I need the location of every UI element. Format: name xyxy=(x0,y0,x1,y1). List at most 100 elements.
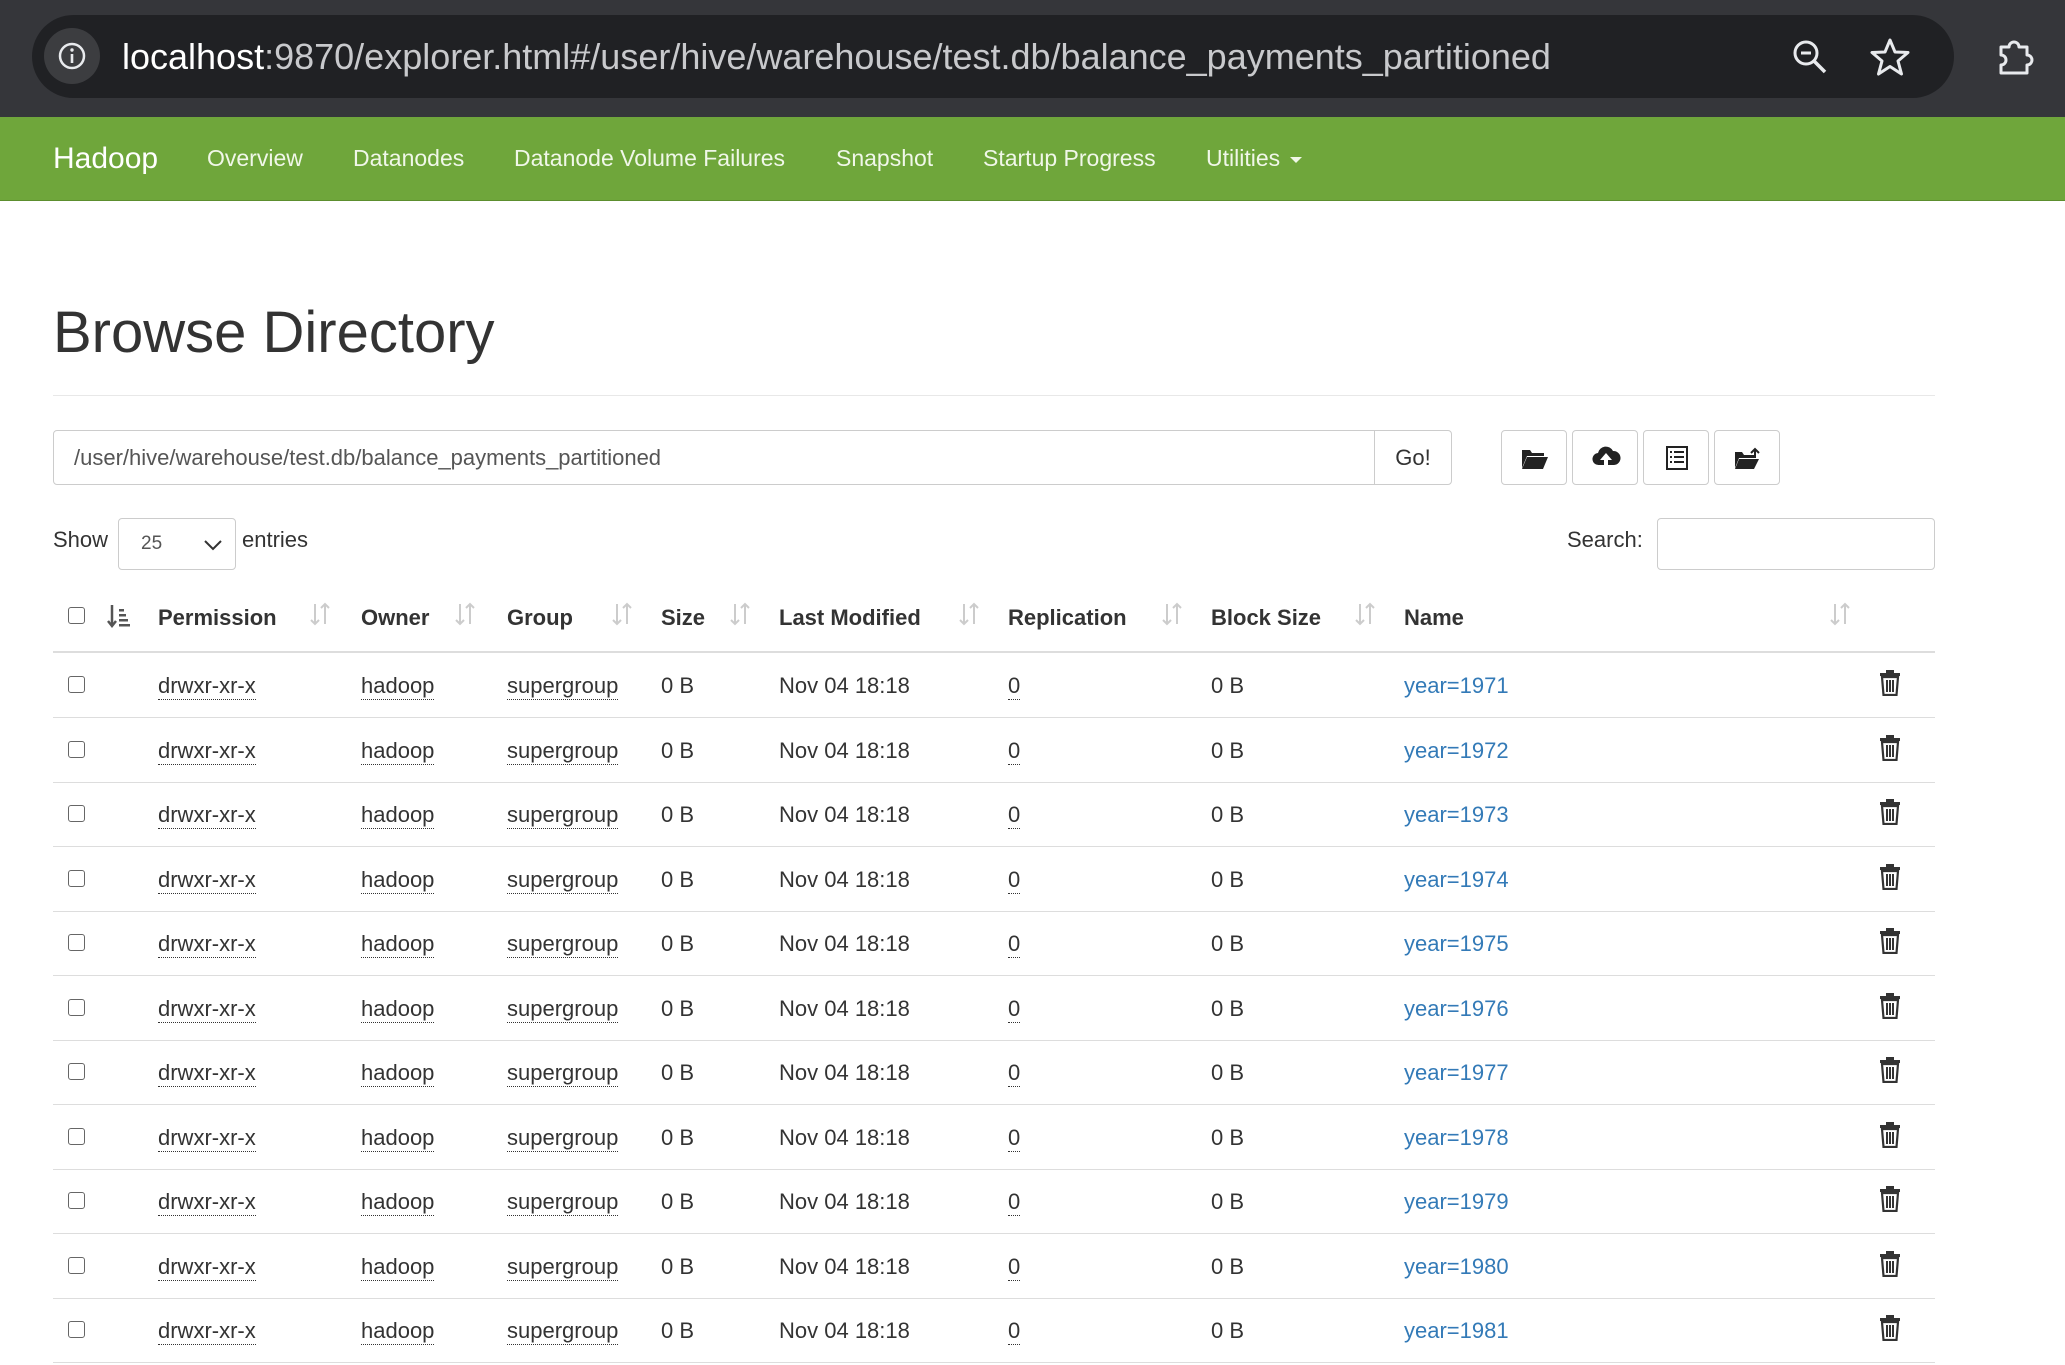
permission-cell[interactable]: drwxr-xr-x xyxy=(158,996,256,1023)
nav-datanodes[interactable]: Datanodes xyxy=(353,117,464,200)
permission-cell[interactable]: drwxr-xr-x xyxy=(158,1318,256,1345)
group-cell[interactable]: supergroup xyxy=(507,1125,619,1152)
group-cell[interactable]: supergroup xyxy=(507,1060,619,1087)
nav-utilities-dropdown[interactable]: Utilities xyxy=(1206,117,1303,200)
star-icon[interactable] xyxy=(1870,37,1910,82)
go-button[interactable]: Go! xyxy=(1374,430,1452,485)
group-cell[interactable]: supergroup xyxy=(507,996,619,1023)
name-link[interactable]: year=1975 xyxy=(1404,931,1509,957)
group-cell[interactable]: supergroup xyxy=(507,1189,619,1216)
trash-icon[interactable] xyxy=(1879,1315,1901,1346)
sort-icon[interactable] xyxy=(611,601,633,632)
owner-cell[interactable]: hadoop xyxy=(361,1060,435,1087)
permission-cell[interactable]: drwxr-xr-x xyxy=(158,1254,256,1281)
owner-cell[interactable]: hadoop xyxy=(361,738,435,765)
trash-icon[interactable] xyxy=(1879,734,1901,766)
name-link[interactable]: year=1976 xyxy=(1404,996,1509,1022)
paste-button[interactable] xyxy=(1714,430,1780,485)
name-link[interactable]: year=1977 xyxy=(1404,1060,1509,1086)
zoom-icon[interactable] xyxy=(1790,37,1830,82)
header-name[interactable]: Name xyxy=(1404,605,1464,631)
page-length-select[interactable]: 25 xyxy=(118,518,236,570)
cut-copy-list-button[interactable] xyxy=(1643,430,1709,485)
extension-icon[interactable] xyxy=(1995,35,2037,82)
owner-cell[interactable]: hadoop xyxy=(361,802,435,829)
replication-cell[interactable]: 0 xyxy=(1008,1189,1021,1216)
select-all-checkbox[interactable] xyxy=(68,607,85,624)
navbar-brand[interactable]: Hadoop xyxy=(53,117,158,200)
name-link[interactable]: year=1980 xyxy=(1404,1254,1509,1280)
row-checkbox[interactable] xyxy=(68,1063,85,1080)
sort-icon[interactable] xyxy=(729,601,751,632)
header-group[interactable]: Group xyxy=(507,605,573,631)
owner-cell[interactable]: hadoop xyxy=(361,1125,435,1152)
owner-cell[interactable]: hadoop xyxy=(361,996,435,1023)
create-directory-button[interactable] xyxy=(1501,430,1567,485)
address-bar[interactable]: localhost:9870/explorer.html#/user/hive/… xyxy=(32,15,1954,98)
name-link[interactable]: year=1981 xyxy=(1404,1318,1509,1344)
replication-cell[interactable]: 0 xyxy=(1008,1254,1021,1281)
trash-icon[interactable] xyxy=(1879,670,1901,701)
name-link[interactable]: year=1979 xyxy=(1404,1189,1509,1215)
replication-cell[interactable]: 0 xyxy=(1008,1060,1021,1087)
sort-icon[interactable] xyxy=(454,601,476,632)
header-last-modified[interactable]: Last Modified xyxy=(779,605,921,631)
row-checkbox[interactable] xyxy=(68,1127,85,1145)
permission-cell[interactable]: drwxr-xr-x xyxy=(158,738,256,765)
replication-cell[interactable]: 0 xyxy=(1008,673,1021,700)
header-size[interactable]: Size xyxy=(661,605,705,631)
sort-icon[interactable] xyxy=(958,601,980,632)
row-checkbox[interactable] xyxy=(68,934,85,951)
sort-icon[interactable] xyxy=(107,603,131,634)
nav-overview[interactable]: Overview xyxy=(207,117,303,200)
header-owner[interactable]: Owner xyxy=(361,605,429,631)
replication-cell[interactable]: 0 xyxy=(1008,996,1021,1023)
permission-cell[interactable]: drwxr-xr-x xyxy=(158,1189,256,1216)
trash-icon[interactable] xyxy=(1879,992,1901,1024)
group-cell[interactable]: supergroup xyxy=(507,867,619,894)
row-checkbox[interactable] xyxy=(68,998,85,1016)
name-link[interactable]: year=1978 xyxy=(1404,1125,1509,1151)
row-checkbox[interactable] xyxy=(68,1256,85,1274)
group-cell[interactable]: supergroup xyxy=(507,802,619,829)
row-checkbox[interactable] xyxy=(68,676,85,693)
sort-icon[interactable] xyxy=(1354,601,1376,632)
search-input[interactable] xyxy=(1657,518,1935,570)
permission-cell[interactable]: drwxr-xr-x xyxy=(158,673,256,700)
trash-icon[interactable] xyxy=(1879,1057,1901,1088)
name-link[interactable]: year=1974 xyxy=(1404,867,1509,893)
sort-icon[interactable] xyxy=(1829,601,1851,632)
owner-cell[interactable]: hadoop xyxy=(361,1189,435,1216)
trash-icon[interactable] xyxy=(1879,1121,1901,1153)
owner-cell[interactable]: hadoop xyxy=(361,673,435,700)
replication-cell[interactable]: 0 xyxy=(1008,802,1021,829)
nav-startup-progress[interactable]: Startup Progress xyxy=(983,117,1156,200)
name-link[interactable]: year=1972 xyxy=(1404,738,1509,764)
row-checkbox[interactable] xyxy=(68,1321,85,1338)
trash-icon[interactable] xyxy=(1879,1250,1901,1282)
nav-datanode-volume-failures[interactable]: Datanode Volume Failures xyxy=(514,117,785,200)
directory-path-input[interactable] xyxy=(53,430,1375,485)
group-cell[interactable]: supergroup xyxy=(507,1318,619,1345)
sort-icon[interactable] xyxy=(309,601,331,632)
trash-icon[interactable] xyxy=(1879,799,1901,830)
trash-icon[interactable] xyxy=(1879,928,1901,959)
sort-icon[interactable] xyxy=(1161,601,1183,632)
owner-cell[interactable]: hadoop xyxy=(361,1318,435,1345)
replication-cell[interactable]: 0 xyxy=(1008,1125,1021,1152)
replication-cell[interactable]: 0 xyxy=(1008,867,1021,894)
replication-cell[interactable]: 0 xyxy=(1008,1318,1021,1345)
replication-cell[interactable]: 0 xyxy=(1008,931,1021,958)
trash-icon[interactable] xyxy=(1879,1186,1901,1217)
upload-files-button[interactable] xyxy=(1572,430,1638,485)
owner-cell[interactable]: hadoop xyxy=(361,1254,435,1281)
group-cell[interactable]: supergroup xyxy=(507,1254,619,1281)
permission-cell[interactable]: drwxr-xr-x xyxy=(158,1125,256,1152)
nav-snapshot[interactable]: Snapshot xyxy=(836,117,933,200)
owner-cell[interactable]: hadoop xyxy=(361,931,435,958)
name-link[interactable]: year=1971 xyxy=(1404,673,1509,699)
owner-cell[interactable]: hadoop xyxy=(361,867,435,894)
header-block-size[interactable]: Block Size xyxy=(1211,605,1321,631)
trash-icon[interactable] xyxy=(1879,863,1901,895)
group-cell[interactable]: supergroup xyxy=(507,738,619,765)
